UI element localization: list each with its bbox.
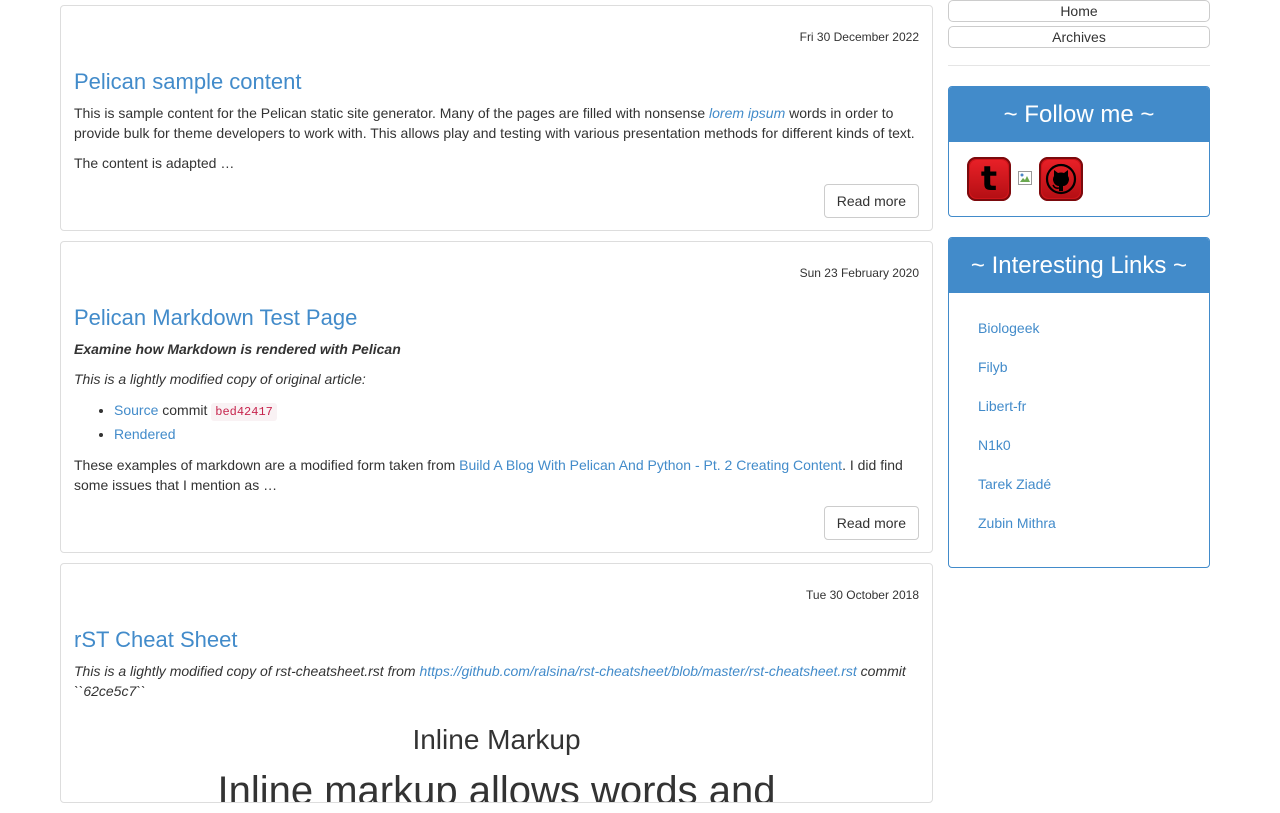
link-tarek-ziade[interactable]: Tarek Ziadé [978,476,1051,492]
divider [948,65,1210,66]
intro-text: This is a lightly modified copy of rst-c… [74,663,420,679]
list-item: Filyb [978,357,1209,396]
links-list: Biologeek Filyb Libert-fr N1k0 Tarek Zia… [949,293,1209,567]
post-subtitle: Examine how Markdown is rendered with Pe… [74,341,401,357]
post-summary: These examples of markdown are a modifie… [74,455,919,495]
list-item: Zubin Mithra [978,513,1209,552]
follow-panel: ~ Follow me ~ t [948,86,1210,217]
post-title-link[interactable]: Pelican Markdown Test Page [74,305,357,330]
article-card: Sun 23 February 2020 Pelican Markdown Te… [60,241,933,553]
commit-code: bed42417 [211,403,277,421]
section-body-text: Inline markup allows words and [217,769,776,803]
post-date: Sun 23 February 2020 [799,266,919,280]
post-title: Pelican sample content [74,69,919,95]
broken-image-glyph [1018,170,1032,185]
post-summary-tail: The content is adapted … [74,155,235,171]
twitter-icon-face: t [970,160,1008,198]
section-heading: Inline Markup [412,724,581,755]
article-card: Fri 30 December 2022 Pelican sample cont… [60,5,933,231]
links-panel: ~ Interesting Links ~ Biologeek Filyb Li… [948,237,1210,568]
post-title: Pelican Markdown Test Page [74,305,919,331]
read-more-button[interactable]: Read more [823,506,919,540]
sidebar: Home Archives ~ Follow me ~ t ~ Interest… [948,0,1210,588]
github-octocat-glyph [1045,163,1077,195]
list-item: N1k0 [978,435,1209,474]
links-heading: ~ Interesting Links ~ [949,238,1209,293]
nav-home[interactable]: Home [948,0,1210,22]
follow-heading: ~ Follow me ~ [949,87,1209,142]
link-n1k0[interactable]: N1k0 [978,437,1011,453]
link-biologeek[interactable]: Biologeek [978,320,1040,336]
rst-cheatsheet-link[interactable]: https://github.com/ralsina/rst-cheatshee… [419,663,856,679]
main-content: Fri 30 December 2022 Pelican sample cont… [60,5,933,813]
github-icon[interactable] [1039,157,1083,201]
post-date: Fri 30 December 2022 [799,30,919,44]
post-date: Tue 30 October 2018 [806,588,919,602]
twitter-glyph: t [980,159,998,199]
summary-text: This is sample content for the Pelican s… [74,105,710,121]
list-item: Tarek Ziadé [978,474,1209,513]
list-item: Libert-fr [978,396,1209,435]
list-item: Source commit bed42417 [114,399,919,423]
read-more-row: Read more [74,183,919,218]
link-zubin-mithra[interactable]: Zubin Mithra [978,515,1056,531]
link-libert-fr[interactable]: Libert-fr [978,398,1026,414]
broken-image-icon[interactable] [1017,170,1033,189]
post-title-link[interactable]: Pelican sample content [74,69,301,94]
social-icons: t [949,142,1209,216]
post-intro: This is a lightly modified copy of origi… [74,371,366,387]
article-card: Tue 30 October 2018 rST Cheat Sheet This… [60,563,933,803]
lorem-ipsum-link[interactable]: lorem ipsum [709,105,785,121]
list-item: Rendered [114,423,919,445]
commit-text: commit [158,402,212,418]
summary-text: These examples of markdown are a modifie… [74,457,460,473]
post-title: rST Cheat Sheet [74,627,919,653]
github-icon-face [1042,160,1080,198]
post-intro: This is a lightly modified copy of rst-c… [74,661,919,701]
read-more-row: Read more [74,505,919,540]
nav-archives[interactable]: Archives [948,26,1210,48]
twitter-icon[interactable]: t [967,157,1011,201]
source-list: Source commit bed42417 Rendered [74,399,919,445]
read-more-button[interactable]: Read more [823,184,919,218]
post-title-link[interactable]: rST Cheat Sheet [74,627,237,652]
list-item: Biologeek [978,318,1209,357]
post-summary: This is sample content for the Pelican s… [74,103,919,143]
source-link[interactable]: Source [114,402,158,418]
build-a-blog-link[interactable]: Build A Blog With Pelican And Python - P… [459,457,842,473]
link-filyb[interactable]: Filyb [978,359,1008,375]
rendered-link[interactable]: Rendered [114,426,176,442]
